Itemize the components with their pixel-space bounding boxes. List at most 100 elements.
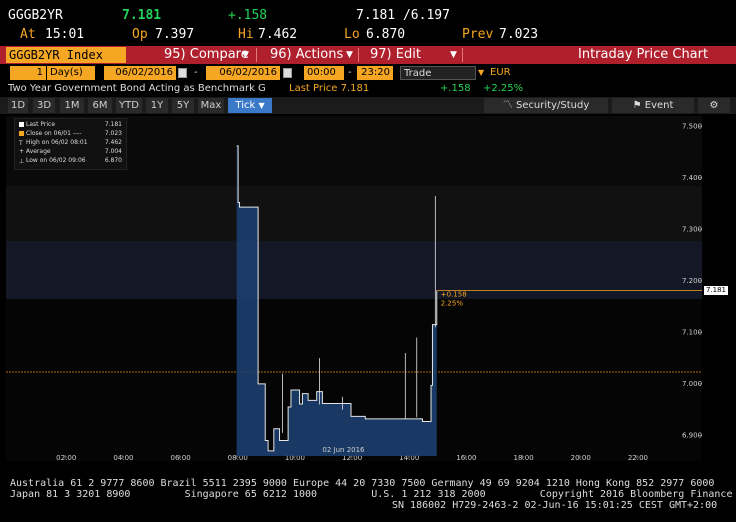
x-tick-label: 20:00 (571, 454, 591, 461)
date-label: 02 Jun 2016 (322, 446, 365, 454)
footer-line-3: SN 186002 H729-2463-2 02-Jun-16 15:01:25… (392, 500, 718, 511)
tick-label: Tick (235, 100, 256, 111)
end-time-input[interactable]: 23:20 (357, 66, 393, 80)
compare-button[interactable]: 95) Compare (164, 46, 249, 64)
last-price-label: Last Price 7.181 (289, 83, 370, 94)
end-date-input[interactable]: 06/02/2016 (206, 66, 280, 80)
bid-ask: 7.181 /6.197 (356, 8, 450, 23)
at-label: At (20, 27, 36, 42)
start-time-input[interactable]: 00:00 (304, 66, 344, 80)
x-tick-label: 04:00 (113, 454, 133, 461)
flag-icon: ⚑ (632, 100, 642, 111)
period-1m[interactable]: 1M (60, 98, 84, 113)
edit-dropdown-icon[interactable]: ▼ (450, 46, 457, 64)
settings-button[interactable]: ⚙ (698, 98, 730, 113)
period-5y[interactable]: 5Y (172, 98, 194, 113)
field-select[interactable]: Trade (400, 66, 476, 80)
period-toolbar: 1D 3D 1M 6M YTD 1Y 5Y Max Tick ▼ 〽 Secur… (0, 97, 736, 114)
description-line: Two Year Government Bond Acting as Bench… (0, 83, 736, 96)
time-separator: - (348, 67, 352, 78)
y-tick-label: 7.100 (682, 328, 702, 336)
low-value: 6.870 (366, 27, 406, 42)
legend-value: 7.181 (104, 121, 122, 128)
high-marker-icon: T (19, 140, 24, 147)
quote-header-row2: At 15:01 Op 7.397 Hi 7.462 Lo 6.870 Prev… (0, 27, 736, 45)
at-time: 15:01 (45, 27, 85, 42)
y-tick-label: 7.300 (682, 225, 702, 233)
event-button[interactable]: ⚑ Event (612, 98, 694, 113)
edit-button[interactable]: 97) Edit (370, 46, 421, 64)
last-price-tag: 7.181 (704, 286, 728, 296)
change-value: +.158 (440, 83, 471, 94)
chevron-down-icon: ▼ (258, 101, 265, 110)
security-description: Two Year Government Bond Acting as Bench… (8, 83, 266, 94)
security-study-button[interactable]: 〽 Security/Study (484, 98, 608, 113)
low-marker-icon: ⊥ (19, 158, 25, 165)
legend-label: Low on 06/02 09:06 (26, 157, 86, 164)
chart-legend[interactable]: Last Price 7.181 Close on 06/01 ---- 7.023… (14, 118, 127, 170)
legend-value: 6.870 (104, 157, 122, 164)
period-6m[interactable]: 6M (88, 98, 112, 113)
prev-value: 7.023 (499, 27, 539, 42)
actions-button[interactable]: 96) Actions (270, 46, 343, 64)
y-tick-label: 7.400 (682, 174, 702, 182)
tick-dropdown[interactable]: Tick ▼ (228, 98, 272, 113)
divider (256, 48, 257, 62)
y-tick-label: 7.200 (682, 277, 702, 285)
quote-header-row1: GGGB2YR 7.181 +.158 7.181 /6.197 (0, 8, 736, 26)
prev-label: Prev (462, 27, 494, 42)
legend-row: ⊥ Low on 06/02 09:06 6.870 (19, 157, 122, 165)
legend-row: T High on 06/02 08:01 7.462 (19, 139, 122, 147)
band-2 (6, 186, 702, 241)
pct-change-value: +2.25% (483, 83, 524, 94)
divider (462, 48, 463, 62)
calendar-icon[interactable] (178, 68, 187, 78)
x-tick-label: 02:00 (56, 454, 76, 461)
currency[interactable]: EUR (490, 66, 511, 80)
security-study-label: Security/Study (515, 100, 590, 111)
net-change: +.158 (228, 8, 268, 23)
legend-swatch (19, 131, 24, 136)
period-ytd[interactable]: YTD (116, 98, 142, 113)
high-value: 7.462 (258, 27, 298, 42)
period-1y[interactable]: 1Y (146, 98, 168, 113)
legend-label: + Average (19, 148, 51, 155)
page-title: Intraday Price Chart (578, 47, 709, 62)
command-bar: GGGB2YR Index 95) Compare ▼ 96) Actions … (0, 46, 736, 64)
start-date-input[interactable]: 06/02/2016 (104, 66, 176, 80)
x-tick-label: 06:00 (171, 454, 191, 461)
footer-line-1: Australia 61 2 9777 8600 Brazil 5511 239… (10, 478, 715, 489)
security-field[interactable]: GGGB2YR Index (6, 47, 126, 63)
y-tick-label: 7.000 (682, 380, 702, 388)
date-separator: - (194, 67, 198, 78)
period-3d[interactable]: 3D (33, 98, 55, 113)
period-max[interactable]: Max (198, 98, 224, 113)
legend-row: Last Price 7.181 (19, 121, 122, 129)
legend-swatch (19, 122, 24, 127)
legend-value: 7.004 (104, 148, 122, 155)
legend-row: Close on 06/01 ---- 7.023 (19, 130, 122, 138)
x-tick-label: 18:00 (514, 454, 534, 461)
high-label: Hi (238, 27, 254, 42)
y-tick-label: 6.900 (682, 431, 702, 439)
interval-input[interactable]: 1 (10, 66, 46, 80)
event-label: Event (644, 100, 674, 111)
footer-line-2: Japan 81 3 3201 8900 Singapore 65 6212 1… (10, 489, 736, 500)
period-1d[interactable]: 1D (8, 98, 28, 113)
divider (358, 48, 359, 62)
compare-dropdown-icon[interactable]: ▼ (242, 46, 249, 64)
calendar-icon[interactable] (283, 68, 292, 78)
field-dropdown-icon[interactable]: ▼ (478, 66, 484, 80)
open-label: Op (132, 27, 148, 42)
y-tick-label: 7.500 (682, 122, 702, 130)
legend-value: 7.462 (104, 139, 122, 146)
footer: Australia 61 2 9777 8600 Brazil 5511 239… (0, 478, 736, 522)
legend-label: High on 06/02 08:01 (26, 139, 88, 146)
interval-unit-select[interactable]: Day(s) (47, 66, 95, 80)
change-annotation: +0.158 (441, 291, 467, 299)
legend-label: Last Price (26, 121, 56, 128)
actions-dropdown-icon[interactable]: ▼ (346, 46, 353, 64)
open-value: 7.397 (155, 27, 195, 42)
legend-value: 7.023 (104, 130, 122, 137)
date-range-bar: 1 Day(s) 06/02/2016 - 06/02/2016 00:00 -… (0, 66, 736, 80)
